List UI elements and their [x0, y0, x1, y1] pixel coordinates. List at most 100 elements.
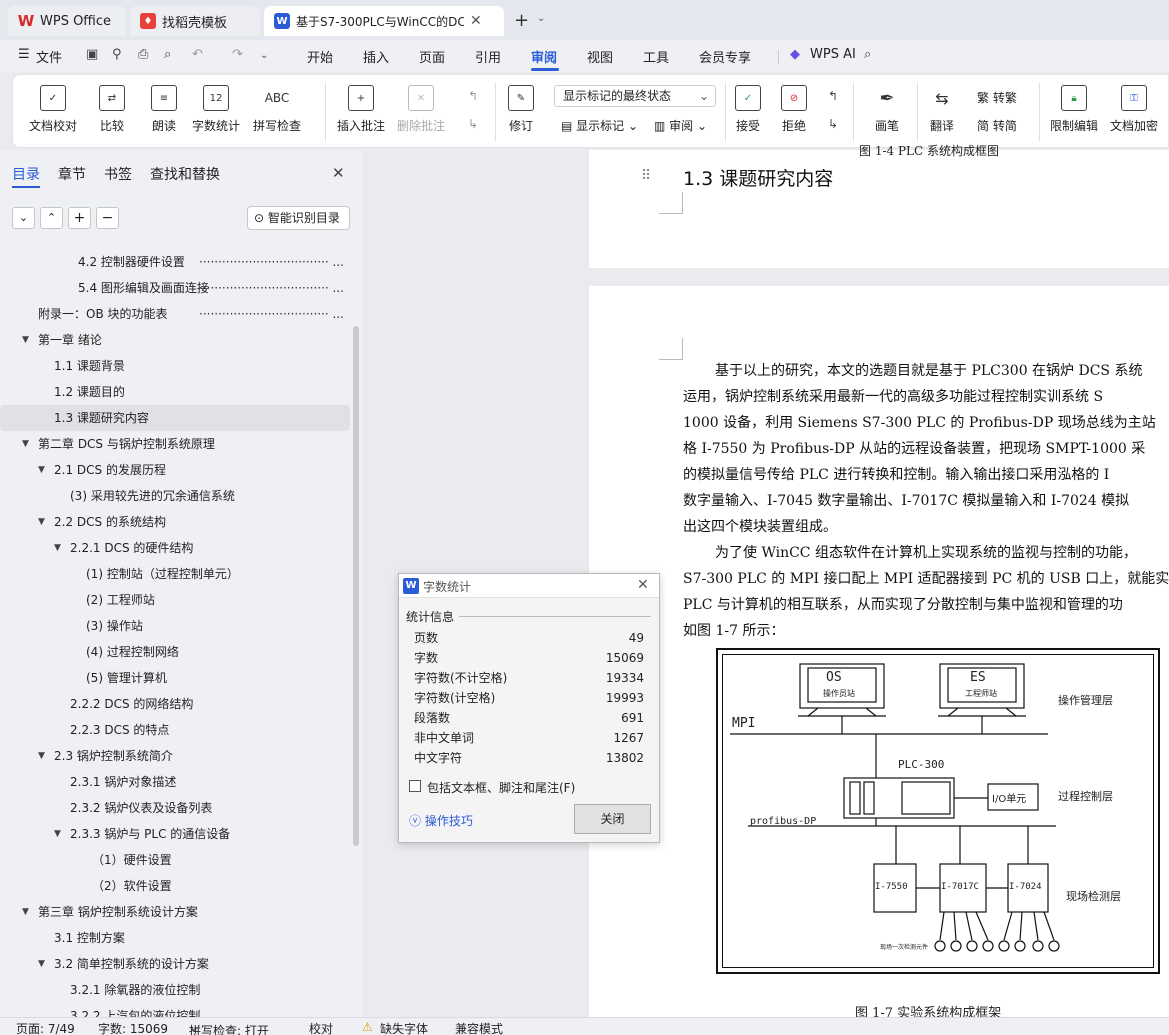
revise-button[interactable]: ✎ 修订: [508, 85, 534, 134]
toc-item[interactable]: (3) 采用较先进的冗余通信系统: [0, 483, 350, 509]
close-icon[interactable]: ✕: [470, 13, 482, 29]
expand-toggle-icon[interactable]: ▼: [38, 509, 52, 535]
show-markup-button[interactable]: ▤ 显示标记 ⌄: [561, 117, 638, 134]
print-preview-icon[interactable]: ⌕: [164, 47, 171, 62]
toc-item[interactable]: ▼ 2.2 DCS 的系统结构: [0, 509, 350, 535]
remove-heading-button[interactable]: −: [96, 207, 119, 229]
menu-insert[interactable]: 插入: [363, 47, 389, 66]
toc-item[interactable]: ▼ 第一章 绪论: [0, 327, 350, 353]
toc-item[interactable]: 2.2.3 DCS 的特点: [0, 717, 350, 743]
toc-item[interactable]: （2）软件设置: [0, 873, 350, 899]
menu-review[interactable]: 审阅: [531, 47, 557, 66]
next-change-icon[interactable]: ↳: [828, 117, 838, 131]
menu-references[interactable]: 引用: [475, 47, 501, 66]
toc-item[interactable]: 1.2 课题目的: [0, 379, 350, 405]
include-textbox-checkbox[interactable]: [409, 780, 421, 792]
toc-item[interactable]: 3.2.2 上汽包的液位控制: [0, 1003, 350, 1017]
toc-item[interactable]: 3.1 控制方案: [0, 925, 350, 951]
expand-button[interactable]: ⌃: [40, 207, 63, 229]
compare-button[interactable]: ⇄ 比较: [99, 85, 125, 134]
word-count-button[interactable]: 12 字数统计: [192, 85, 240, 134]
restrict-edit-button[interactable]: 🔒︎ 限制编辑: [1050, 85, 1098, 134]
prev-change-icon[interactable]: ↰: [828, 89, 838, 103]
expand-toggle-icon[interactable]: ▼: [38, 951, 52, 977]
tips-link[interactable]: ⓥ 操作技巧: [409, 812, 473, 829]
toc-item[interactable]: (5) 管理计算机: [0, 665, 350, 691]
page-indicator[interactable]: 页面: 7/49: [16, 1020, 75, 1035]
missing-font-button[interactable]: 缺失字体: [380, 1020, 428, 1035]
toc-item[interactable]: 1.1 课题背景: [0, 353, 350, 379]
expand-toggle-icon[interactable]: ▼: [54, 821, 68, 847]
expand-toggle-icon[interactable]: ▼: [38, 743, 52, 769]
hamburger-icon[interactable]: ☰: [18, 47, 30, 62]
reject-button[interactable]: ⊘ 拒绝: [781, 85, 807, 134]
doc-encrypt-button[interactable]: ⚿ 文档加密: [1110, 85, 1158, 134]
chevron-down-icon[interactable]: ⌄: [260, 50, 268, 61]
expand-toggle-icon[interactable]: ▼: [22, 327, 36, 353]
spell-check-button[interactable]: ABC 拼写检查: [253, 85, 301, 134]
undo-icon[interactable]: ↶: [192, 47, 203, 62]
tab-bookmarks[interactable]: 书签: [104, 164, 132, 184]
drag-handle-icon[interactable]: ⠿: [641, 168, 651, 184]
expand-toggle-icon[interactable]: ▼: [38, 457, 52, 483]
add-heading-button[interactable]: +: [68, 207, 91, 229]
toc-item[interactable]: 2.3.2 锅炉仪表及设备列表: [0, 795, 350, 821]
close-icon[interactable]: ✕: [637, 577, 649, 593]
toc-item[interactable]: ▼ 2.3.3 锅炉与 PLC 的通信设备: [0, 821, 350, 847]
close-button[interactable]: 关闭: [574, 804, 651, 834]
toc-item[interactable]: 5.4 图形编辑及画面连接 ···························…: [0, 275, 350, 301]
toc-item[interactable]: ▼ 2.2.1 DCS 的硬件结构: [0, 535, 350, 561]
toc-item[interactable]: ▼ 2.3 锅炉控制系统简介: [0, 743, 350, 769]
toc-item[interactable]: 3.2.1 除氧器的液位控制: [0, 977, 350, 1003]
close-icon[interactable]: ✕: [332, 164, 345, 182]
toc-item[interactable]: （1）硬件设置: [0, 847, 350, 873]
search-icon[interactable]: ⌕: [864, 47, 871, 62]
toc-item[interactable]: ▼ 第二章 DCS 与锅炉控制系统原理: [0, 431, 350, 457]
menu-tools[interactable]: 工具: [643, 47, 669, 66]
word-count-indicator[interactable]: 字数: 15069: [98, 1020, 168, 1035]
scrollbar[interactable]: [353, 326, 359, 846]
menu-view[interactable]: 视图: [587, 47, 613, 66]
translate-button[interactable]: ⇆ 翻译: [929, 85, 955, 134]
menu-page[interactable]: 页面: [419, 47, 445, 66]
delete-comment-button[interactable]: ✕ 删除批注: [397, 85, 445, 134]
accept-button[interactable]: ✓ 接受: [735, 85, 761, 134]
toc-item[interactable]: ▼ 2.1 DCS 的发展历程: [0, 457, 350, 483]
expand-toggle-icon[interactable]: ▼: [22, 899, 36, 925]
to-traditional-button[interactable]: 繁 转繁: [977, 89, 1017, 106]
menu-wps-ai[interactable]: WPS AI: [810, 47, 856, 62]
spell-check-indicator[interactable]: 拼写检查: 打开 ⌄: [189, 1020, 269, 1035]
markup-mode-select[interactable]: 显示标记的最终状态 ⌄: [554, 85, 716, 107]
toc-item[interactable]: (4) 过程控制网络: [0, 639, 350, 665]
smart-toc-button[interactable]: ⊙ 智能识别目录: [247, 206, 350, 230]
toc-item[interactable]: ▼ 第三章 锅炉控制系统设计方案: [0, 899, 350, 925]
print-icon[interactable]: ⎙: [138, 47, 148, 62]
collapse-button[interactable]: ⌄: [12, 207, 35, 229]
review-pane-button[interactable]: ▥ 审阅 ⌄: [654, 117, 707, 134]
new-tab-icon[interactable]: +: [514, 10, 529, 31]
expand-toggle-icon[interactable]: ▼: [54, 535, 68, 561]
toc-item[interactable]: ▼ 3.2 简单控制系统的设计方案: [0, 951, 350, 977]
expand-toggle-icon[interactable]: ▼: [22, 431, 36, 457]
toc-item[interactable]: (2) 工程师站: [0, 587, 350, 613]
tab-find-replace[interactable]: 查找和替换: [150, 164, 220, 184]
doc-check-button[interactable]: ✓ 文档校对: [29, 85, 77, 134]
chevron-down-icon[interactable]: ⌄: [537, 13, 545, 24]
toc-item[interactable]: (3) 操作站: [0, 613, 350, 639]
to-simplified-button[interactable]: 简 转简: [977, 117, 1017, 134]
share-icon[interactable]: ⚲: [112, 47, 122, 62]
toc-item[interactable]: 2.2.2 DCS 的网络结构: [0, 691, 350, 717]
toc-item[interactable]: 1.3 课题研究内容: [0, 405, 350, 431]
menu-member[interactable]: 会员专享: [699, 47, 751, 66]
tab-wps-office[interactable]: W WPS Office: [8, 6, 126, 36]
redo-icon[interactable]: ↷: [232, 47, 243, 62]
tab-chapters[interactable]: 章节: [58, 164, 86, 184]
insert-comment-button[interactable]: + 插入批注: [337, 85, 385, 134]
read-aloud-button[interactable]: ≡ 朗读: [151, 85, 177, 134]
save-icon[interactable]: ▣: [86, 47, 98, 62]
next-comment-icon[interactable]: ↳: [468, 117, 478, 131]
tab-toc[interactable]: 目录: [12, 164, 40, 184]
toc-item[interactable]: 4.2 控制器硬件设置 ·····························…: [0, 249, 350, 275]
toc-item[interactable]: 2.3.1 锅炉对象描述: [0, 769, 350, 795]
tab-docer[interactable]: ♦ 找稻壳模板: [130, 6, 260, 36]
